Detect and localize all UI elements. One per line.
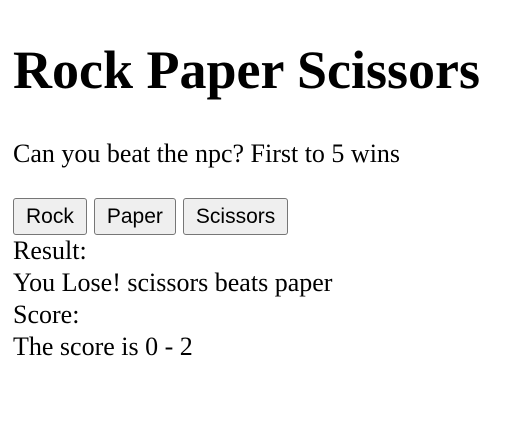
result-text: You Lose! scissors beats paper — [13, 268, 333, 297]
result-label: Result: — [13, 236, 87, 265]
paper-button[interactable]: Paper — [93, 198, 176, 235]
page-subtitle: Can you beat the npc? First to 5 wins — [13, 139, 401, 168]
choice-buttons: Rock Paper Scissors — [13, 198, 289, 235]
scissors-button[interactable]: Scissors — [182, 198, 289, 235]
score-text: The score is 0 - 2 — [13, 332, 193, 361]
page-title: Rock Paper Scissors — [13, 40, 480, 100]
rock-button[interactable]: Rock — [13, 198, 87, 235]
score-label: Score: — [13, 300, 80, 329]
